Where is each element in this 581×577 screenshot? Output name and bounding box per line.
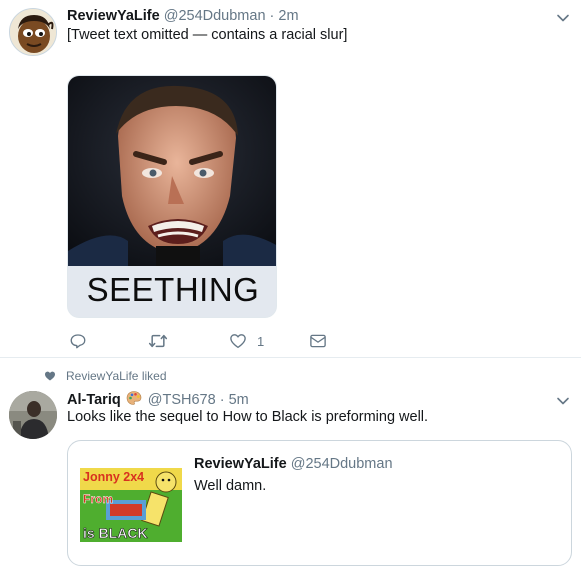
media-caption: SEETHING (86, 271, 260, 308)
tweet-text: Looks like the sequel to How to Black is… (67, 409, 429, 425)
retweet-button[interactable] (148, 331, 168, 351)
retweet-icon (148, 334, 168, 348)
thumbnail-text: From (83, 492, 113, 506)
envelope-icon (310, 334, 326, 348)
tweet-media[interactable]: SEETHING (67, 75, 277, 318)
heart-icon (230, 334, 246, 349)
media-photo (68, 76, 276, 266)
quoted-tweet[interactable]: Jonny 2x4 From is BLACK ReviewYaLife @25… (67, 440, 572, 566)
separator-dot: · (219, 392, 225, 408)
liked-by-text: ReviewYaLife liked (66, 369, 167, 383)
chevron-down-icon[interactable] (555, 10, 571, 26)
separator-dot: · (269, 8, 275, 24)
tweet-header: ReviewYaLife @254Ddubman · 2m (67, 8, 299, 24)
reply-icon (70, 334, 86, 349)
timestamp[interactable]: 5m (229, 392, 249, 408)
quote-header: ReviewYaLife @254Ddubman (194, 456, 393, 472)
avatar[interactable] (9, 391, 57, 439)
tweet-text: [Tweet text omitted — contains a racial … (67, 27, 348, 43)
reply-button[interactable] (69, 331, 87, 351)
quote-thumbnail: Jonny 2x4 From is BLACK (80, 468, 182, 542)
user-handle[interactable]: @254Ddubman (291, 456, 393, 472)
direct-message-button[interactable] (309, 331, 327, 351)
like-count: 1 (257, 333, 265, 349)
thumbnail-text: is BLACK (83, 525, 148, 541)
user-handle[interactable]: @254Ddubman (164, 8, 266, 24)
display-name[interactable]: ReviewYaLife (67, 8, 160, 24)
user-handle[interactable]: @TSH678 (148, 392, 216, 408)
tweet-header: Al-Tariq @TSH678 · 5m (67, 390, 249, 408)
thumbnail-text: Jonny 2x4 (83, 470, 144, 484)
display-name[interactable]: Al-Tariq (67, 392, 121, 408)
avatar[interactable] (9, 8, 57, 56)
like-button[interactable]: 1 (229, 331, 264, 351)
display-name[interactable]: ReviewYaLife (194, 456, 287, 472)
quote-text: Well damn. (194, 478, 267, 494)
palette-emoji-icon (126, 391, 142, 405)
timestamp[interactable]: 2m (278, 8, 298, 24)
heart-icon (45, 371, 55, 381)
chevron-down-icon[interactable] (555, 393, 571, 409)
social-context[interactable]: ReviewYaLife liked (44, 369, 167, 383)
